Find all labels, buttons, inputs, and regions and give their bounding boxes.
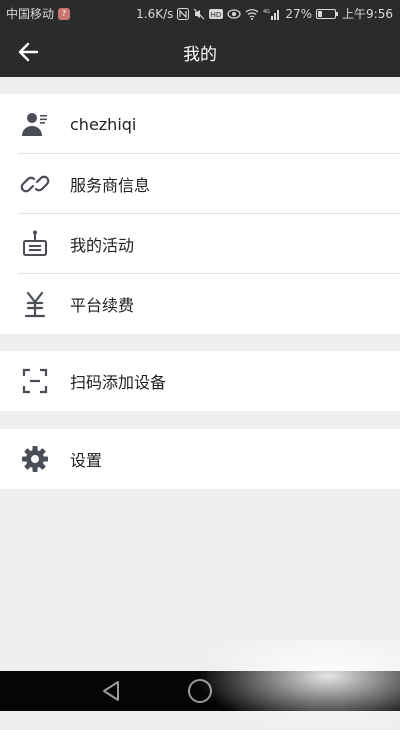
eye-icon: [227, 8, 241, 20]
scan-menu-group: 扫码添加设备: [0, 351, 400, 411]
carrier-badge-icon: ?: [58, 7, 71, 20]
status-bar: 中国移动 ? 1.6K/s HD 4G 27% 上午9:56: [0, 0, 400, 27]
system-nav-bar: [0, 671, 400, 711]
svg-text:4G: 4G: [263, 9, 270, 15]
back-button[interactable]: [10, 27, 46, 77]
triangle-back-icon: [103, 681, 119, 701]
nav-home-button[interactable]: [188, 679, 212, 703]
menu-item-provider-info[interactable]: 服务商信息: [0, 154, 400, 214]
event-board-icon: [19, 228, 51, 260]
menu-item-label: 服务商信息: [70, 176, 151, 195]
arrow-left-icon: [18, 42, 39, 62]
signal-icon: 4G: [263, 8, 281, 20]
status-bar-left: 中国移动 ?: [6, 5, 71, 22]
nav-back-button[interactable]: [100, 679, 122, 707]
menu-item-label: 设置: [70, 451, 103, 470]
settings-menu-group: 设置: [0, 429, 400, 489]
profile-menu-group: chezhiqi 服务商信息 我的活动 平台续费: [0, 94, 400, 334]
clock: 上午9:56: [342, 7, 393, 21]
hd-icon: HD: [209, 8, 224, 20]
nfc-icon: [177, 7, 190, 20]
menu-item-label: 平台续费: [70, 296, 135, 315]
menu-item-my-activities[interactable]: 我的活动: [0, 214, 400, 274]
network-speed: 1.6K/s: [136, 6, 174, 21]
menu-item-label: 扫码添加设备: [70, 373, 167, 392]
gear-icon: [19, 443, 51, 475]
page-title: 我的: [183, 44, 217, 65]
status-bar-right: 1.6K/s HD 4G 27% 上午9:56: [136, 5, 393, 22]
wifi-icon: [245, 8, 259, 20]
menu-item-settings[interactable]: 设置: [0, 429, 400, 489]
menu-item-label: 我的活动: [70, 236, 135, 255]
menu-item-platform-renewal[interactable]: 平台续费: [0, 274, 400, 334]
link-icon: [19, 168, 51, 200]
menu-item-scan-add-device[interactable]: 扫码添加设备: [0, 351, 400, 411]
app-header: 我的: [0, 27, 400, 77]
user-card-icon: [19, 108, 51, 140]
menu-item-label: chezhiqi: [70, 114, 137, 134]
carrier-name: 中国移动: [6, 7, 55, 21]
svg-text:HD: HD: [211, 11, 222, 19]
scan-icon: [19, 365, 51, 397]
mute-icon: [193, 8, 205, 20]
menu-item-account[interactable]: chezhiqi: [0, 94, 400, 154]
battery-level-fill: [318, 10, 323, 17]
yen-icon: [19, 288, 51, 320]
battery-icon: [316, 8, 339, 19]
battery-percent: 27%: [285, 6, 313, 21]
